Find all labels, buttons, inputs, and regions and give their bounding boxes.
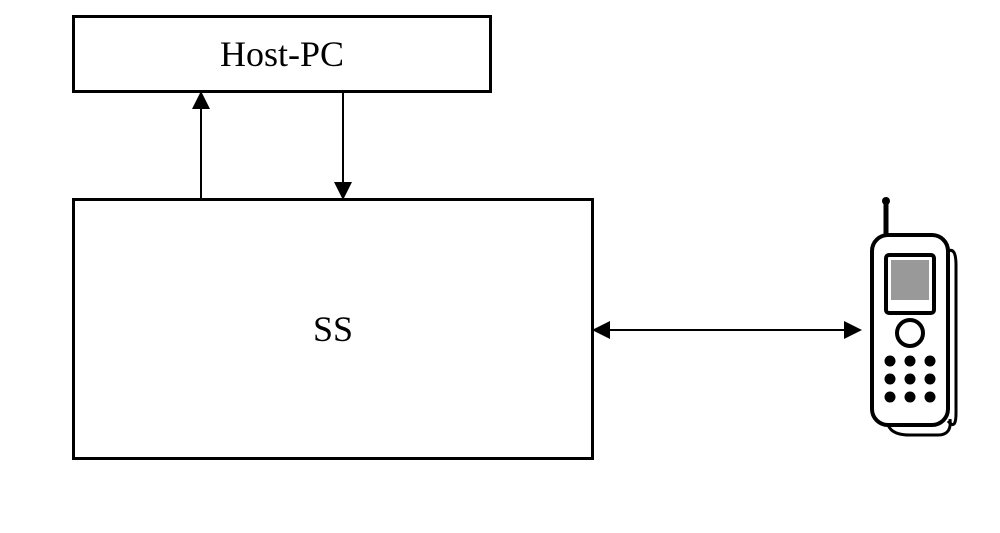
arrow-ss-to-phone <box>594 329 860 331</box>
ss-label: SS <box>313 308 353 350</box>
ss-box: SS <box>72 198 594 460</box>
phone-icon <box>860 195 960 455</box>
arrow-host-to-ss <box>342 93 344 198</box>
arrow-ss-to-host <box>200 93 202 198</box>
host-pc-label: Host-PC <box>220 33 344 75</box>
host-pc-box: Host-PC <box>72 15 492 93</box>
